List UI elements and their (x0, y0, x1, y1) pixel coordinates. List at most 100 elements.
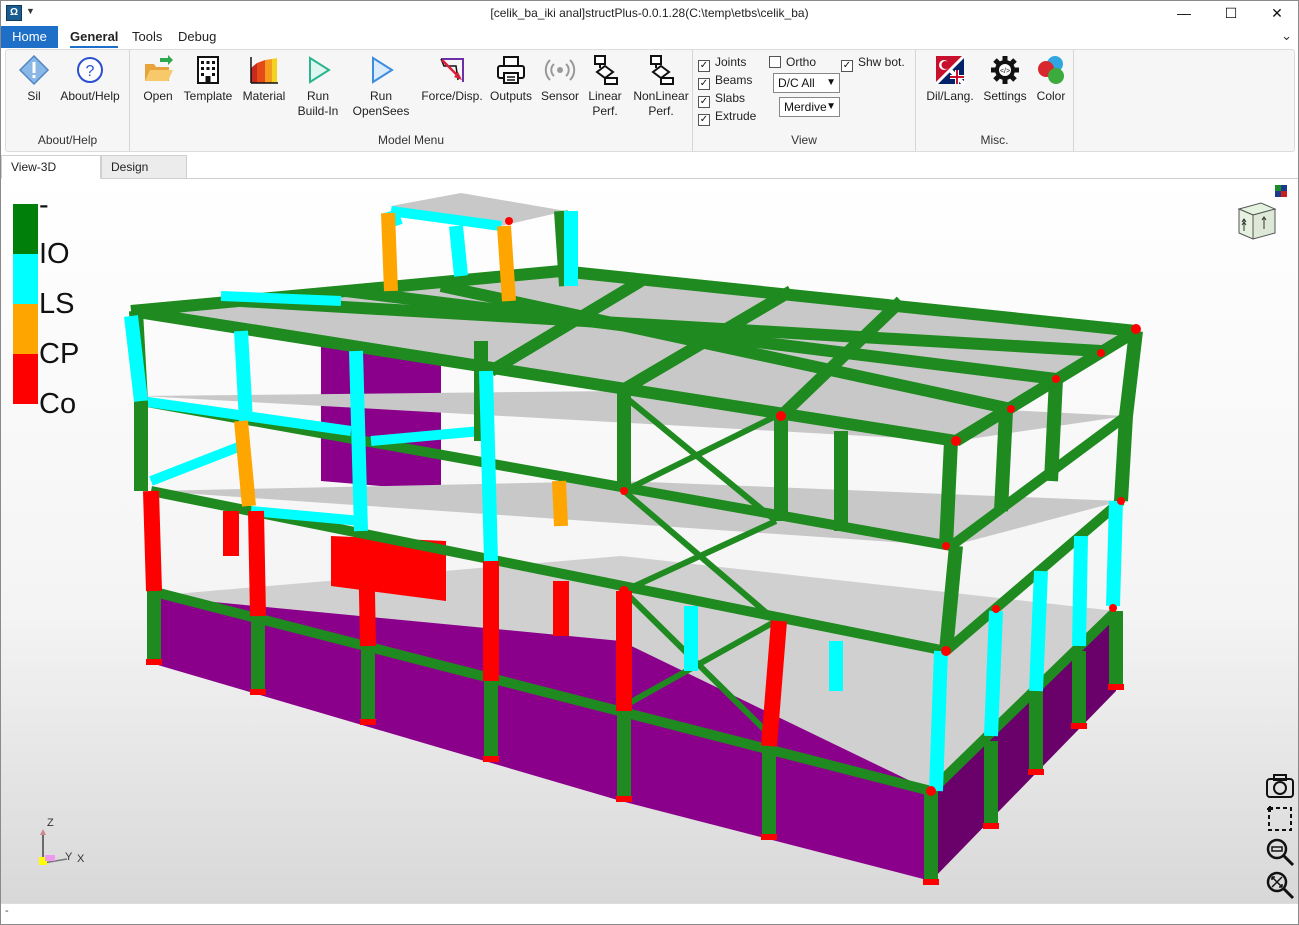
sensor-button[interactable]: Sensor (538, 54, 582, 104)
merdiven-select[interactable]: Merdive ▼ (779, 97, 840, 117)
material-label: Material (242, 89, 286, 103)
nonlinear-perf-label-2: Perf. (648, 104, 674, 118)
extrude-label: Extrude (715, 109, 757, 123)
ortho-check-icon[interactable] (769, 56, 781, 68)
color-button[interactable]: Color (1032, 54, 1070, 104)
group-about-help: Sil ? About/Help About/Help (6, 50, 130, 151)
color-label: Color (1036, 89, 1066, 103)
group-label-misc: Misc. (980, 133, 1009, 147)
chevron-down-icon: ▼ (826, 77, 836, 88)
play-green-icon (309, 56, 331, 84)
axis-y-label: Y (65, 851, 73, 863)
group-label-model-menu: Model Menu (377, 133, 445, 147)
beams-check-icon[interactable]: ✓ (698, 78, 710, 90)
legend-label-none: - (39, 189, 49, 221)
shw-bot-checkbox[interactable]: ✓ Shw bot. (841, 55, 905, 72)
play-blue-icon (372, 56, 394, 84)
axis-x-label: X (77, 853, 85, 865)
viewport-3d[interactable]: - IO LS CP Co Z Y X (1, 179, 1298, 903)
extrude-check-icon[interactable]: ✓ (698, 114, 710, 126)
core-wall-upper (321, 346, 441, 491)
flowchart-icon (650, 55, 674, 85)
joints-check-icon[interactable]: ✓ (698, 60, 710, 72)
dc-select[interactable]: D/C All ▼ (773, 73, 840, 93)
zoom-window-icon[interactable] (1265, 804, 1295, 834)
tab-debug[interactable]: Debug (178, 26, 216, 48)
dil-lang-label: Dil/Lang. (926, 89, 974, 103)
about-help-button[interactable]: ? About/Help (56, 54, 124, 104)
shw-bot-check-icon[interactable]: ✓ (841, 60, 853, 72)
tab-tools[interactable]: Tools (132, 26, 162, 48)
tab-design[interactable]: Design (101, 155, 187, 179)
linear-perf-button[interactable]: Linear Perf. (582, 54, 628, 119)
view-cube-icon[interactable] (1233, 183, 1289, 243)
dc-select-value: D/C All (778, 76, 815, 90)
material-button[interactable]: Material (236, 54, 292, 104)
color-circles-icon (1038, 56, 1064, 84)
group-label-about-help: About/Help (37, 133, 98, 147)
outputs-button[interactable]: Outputs (486, 54, 536, 104)
slabs-check-icon[interactable]: ✓ (698, 96, 710, 108)
sensor-label: Sensor (540, 89, 580, 103)
zoom-extents-icon[interactable] (1265, 870, 1295, 900)
building-icon (197, 56, 219, 84)
status-text: - (5, 905, 9, 917)
force-disp-button[interactable]: Force/Disp. (418, 54, 486, 104)
material-chart-icon (250, 57, 278, 84)
minimize-button[interactable]: — (1161, 1, 1207, 26)
status-bar: - (1, 903, 1298, 924)
zoom-out-icon[interactable] (1265, 837, 1295, 867)
template-button[interactable]: Template (180, 54, 236, 104)
sil-button[interactable]: Sil (14, 54, 54, 104)
beams-checkbox[interactable]: ✓ Beams (698, 73, 753, 90)
legend-swatch-ls (13, 304, 38, 354)
slabs-checkbox[interactable]: ✓ Slabs (698, 91, 746, 108)
folder-open-icon (145, 55, 173, 81)
svg-text:</>: </> (1000, 68, 1010, 75)
slabs-label: Slabs (715, 91, 746, 105)
language-flags-icon (934, 54, 966, 86)
document-tabs: View-3D Design (1, 155, 1298, 179)
structure-model[interactable] (1, 179, 1298, 903)
tab-view-3d[interactable]: View-3D (1, 155, 101, 179)
maximize-button[interactable]: ☐ (1208, 1, 1254, 26)
nonlinear-perf-label-1: NonLinear (633, 89, 689, 103)
axis-z-label: Z (47, 817, 54, 829)
ortho-checkbox[interactable]: Ortho (769, 55, 816, 71)
tab-home[interactable]: Home (1, 26, 58, 48)
force-displacement-icon (440, 58, 464, 82)
ribbon: Sil ? About/Help About/Help Open Templat… (5, 49, 1295, 152)
run-buildin-button[interactable]: Run Build-In (292, 54, 344, 119)
open-label: Open (143, 89, 173, 103)
flowchart-icon (594, 55, 618, 85)
legend-swatch-none (13, 204, 38, 254)
run-buildin-label-1: Run (306, 89, 329, 103)
open-button[interactable]: Open (136, 54, 180, 104)
run-opensees-label-1: Run (369, 89, 392, 103)
settings-label: Settings (983, 89, 1027, 103)
dil-lang-button[interactable]: Dil/Lang. (924, 54, 976, 104)
printer-icon (497, 56, 525, 84)
legend-label-io: IO (39, 238, 70, 270)
force-disp-label: Force/Disp. (421, 89, 483, 103)
legend-swatch-cp (13, 354, 38, 404)
ortho-label: Ortho (786, 55, 817, 69)
beams-label: Beams (715, 73, 753, 87)
settings-button[interactable]: </> Settings (980, 54, 1030, 104)
close-button[interactable]: ✕ (1254, 1, 1298, 26)
camera-icon[interactable] (1265, 772, 1295, 800)
tab-general[interactable]: General (70, 26, 119, 48)
info-diamond-icon (18, 54, 50, 86)
extrude-checkbox[interactable]: ✓ Extrude (698, 109, 757, 126)
run-opensees-button[interactable]: Run OpenSees (350, 54, 412, 119)
merdiven-select-value: Merdive (784, 100, 827, 114)
joints-checkbox[interactable]: ✓ Joints (698, 55, 746, 72)
run-buildin-label-2: Build-In (297, 104, 339, 118)
svg-text:?: ? (86, 63, 95, 80)
legend-swatch-io (13, 254, 38, 304)
group-label-view: View (791, 133, 817, 147)
nonlinear-perf-button[interactable]: NonLinear Perf. (630, 54, 692, 119)
axis-triad-icon (39, 829, 68, 865)
ribbon-collapse-icon[interactable]: ⌄ (1281, 28, 1292, 44)
group-misc: Dil/Lang. </> Settings Color Misc. (916, 50, 1074, 151)
